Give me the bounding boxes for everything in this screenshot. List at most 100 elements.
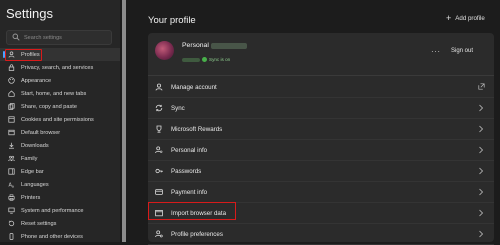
- profile-icon: [8, 51, 15, 58]
- plus-icon: +: [446, 13, 452, 23]
- sync-icon: [155, 104, 163, 112]
- sidebar-item-downloads[interactable]: Downloads: [0, 139, 120, 152]
- trophy-icon: [155, 125, 163, 133]
- add-profile-button[interactable]: + Add profile: [446, 14, 485, 23]
- preferences-icon: [155, 230, 163, 238]
- cookie-icon: [8, 116, 15, 123]
- profile-header: Personal Sync is on ··· Sign out: [148, 33, 494, 76]
- row-passwords[interactable]: Passwords: [148, 161, 494, 182]
- row-personal-info[interactable]: Personal info: [148, 140, 494, 161]
- redacted-email: [211, 43, 247, 49]
- search-input[interactable]: [24, 31, 108, 44]
- sidebar-item-start-home[interactable]: Start, home, and new tabs: [0, 87, 120, 100]
- sidebar-item-label: Profiles: [21, 51, 40, 58]
- profile-name: Personal: [182, 42, 209, 49]
- row-label: Profile preferences: [171, 230, 223, 238]
- sidebar-item-profiles[interactable]: Profiles: [0, 48, 120, 61]
- sidebar-item-family[interactable]: Family: [0, 152, 120, 165]
- sidebar-scrollbar[interactable]: [122, 0, 126, 242]
- svg-text:a: a: [12, 184, 14, 188]
- key-person-icon: [155, 146, 163, 154]
- chevron-right-icon: [478, 188, 484, 196]
- chevron-right-icon: [478, 230, 484, 238]
- sync-status: Sync is on: [182, 57, 230, 62]
- row-label: Payment info: [171, 188, 208, 196]
- sidebar-item-label: Default browser: [21, 129, 61, 136]
- sidebar-item-label: Languages: [21, 181, 49, 188]
- sidebar-item-label: Appearance: [21, 77, 52, 84]
- sidebar-item-system[interactable]: System and performance: [0, 204, 120, 217]
- external-link-icon: [478, 83, 485, 91]
- appearance-icon: [8, 77, 15, 84]
- page-title: Your profile: [148, 15, 196, 26]
- person-icon: [155, 83, 163, 91]
- sidebar-item-edge-bar[interactable]: Edge bar: [0, 165, 120, 178]
- sidebar-item-label: Cookies and site permissions: [21, 116, 94, 123]
- sidebar-item-cookies[interactable]: Cookies and site permissions: [0, 113, 120, 126]
- share-icon: [8, 103, 15, 110]
- import-icon: [155, 209, 163, 217]
- chevron-right-icon: [478, 167, 484, 175]
- sidebar-item-label: System and performance: [21, 207, 84, 214]
- row-label: Personal info: [171, 146, 208, 154]
- scrollbar-thumb[interactable]: [122, 0, 126, 242]
- sidebar-item-label: Privacy, search, and services: [21, 64, 94, 71]
- sidebar-item-languages[interactable]: Aa Languages: [0, 178, 120, 191]
- reset-icon: [8, 220, 15, 227]
- browser-icon: [8, 129, 15, 136]
- redacted-text: [182, 57, 200, 62]
- profile-settings-list: Manage account Sync Microsoft Rewards Pe…: [148, 77, 494, 245]
- chevron-right-icon: [478, 209, 484, 217]
- sidebar-item-label: Edge bar: [21, 168, 44, 175]
- sidebar-item-label: Reset settings: [21, 220, 57, 227]
- row-payment-info[interactable]: Payment info: [148, 182, 494, 203]
- card-icon: [155, 188, 163, 196]
- home-icon: [8, 90, 15, 97]
- sidebar-item-default-browser[interactable]: Default browser: [0, 126, 120, 139]
- lock-icon: [8, 64, 15, 71]
- phone-icon: [8, 233, 15, 240]
- chevron-right-icon: [478, 104, 484, 112]
- family-icon: [8, 155, 15, 162]
- row-import-browser-data[interactable]: Import browser data: [148, 203, 494, 224]
- chevron-right-icon: [478, 146, 484, 154]
- profile-card: Personal Sync is on ··· Sign out Manage …: [148, 33, 494, 245]
- key-icon: [155, 167, 163, 175]
- row-label: Passwords: [171, 167, 202, 175]
- row-microsoft-rewards[interactable]: Microsoft Rewards: [148, 119, 494, 140]
- row-manage-account[interactable]: Manage account: [148, 77, 494, 98]
- search-settings-box[interactable]: [6, 30, 112, 45]
- sidebar-item-printers[interactable]: Printers: [0, 191, 120, 204]
- download-icon: [8, 142, 15, 149]
- sidebar-item-label: Downloads: [21, 142, 49, 149]
- sidebar-item-appearance[interactable]: Appearance: [0, 74, 120, 87]
- settings-title: Settings: [6, 6, 53, 21]
- languages-icon: Aa: [8, 181, 15, 189]
- settings-sidebar: Settings Profiles Privacy, search, and s…: [0, 0, 120, 242]
- row-sync[interactable]: Sync: [148, 98, 494, 119]
- avatar: [155, 41, 174, 60]
- sidebar-item-label: Phone and other devices: [21, 233, 83, 240]
- system-icon: [8, 207, 15, 214]
- sidebar-item-phone[interactable]: Phone and other devices: [0, 230, 120, 242]
- search-icon: [12, 33, 20, 41]
- sidebar-item-label: Family: [21, 155, 38, 162]
- sync-dot-icon: [202, 57, 207, 62]
- sync-status-label: Sync is on: [209, 57, 231, 62]
- main-content: Your profile + Add profile Personal Sync…: [140, 0, 500, 245]
- sidebar-item-label: Start, home, and new tabs: [21, 90, 87, 97]
- sidebar-item-privacy[interactable]: Privacy, search, and services: [0, 61, 120, 74]
- row-label: Manage account: [171, 83, 217, 91]
- sign-out-button[interactable]: Sign out: [451, 48, 473, 54]
- printer-icon: [8, 194, 15, 201]
- row-label: Sync: [171, 104, 185, 112]
- more-options-button[interactable]: ···: [431, 47, 441, 56]
- sidebar-item-label: Share, copy and paste: [21, 103, 77, 110]
- add-profile-label: Add profile: [455, 15, 485, 22]
- sidebar-item-reset[interactable]: Reset settings: [0, 217, 120, 230]
- sidebar-item-label: Printers: [21, 194, 41, 201]
- row-label: Microsoft Rewards: [171, 125, 223, 133]
- row-label: Import browser data: [171, 209, 227, 217]
- sidebar-item-share[interactable]: Share, copy and paste: [0, 100, 120, 113]
- edge-bar-icon: [8, 168, 15, 175]
